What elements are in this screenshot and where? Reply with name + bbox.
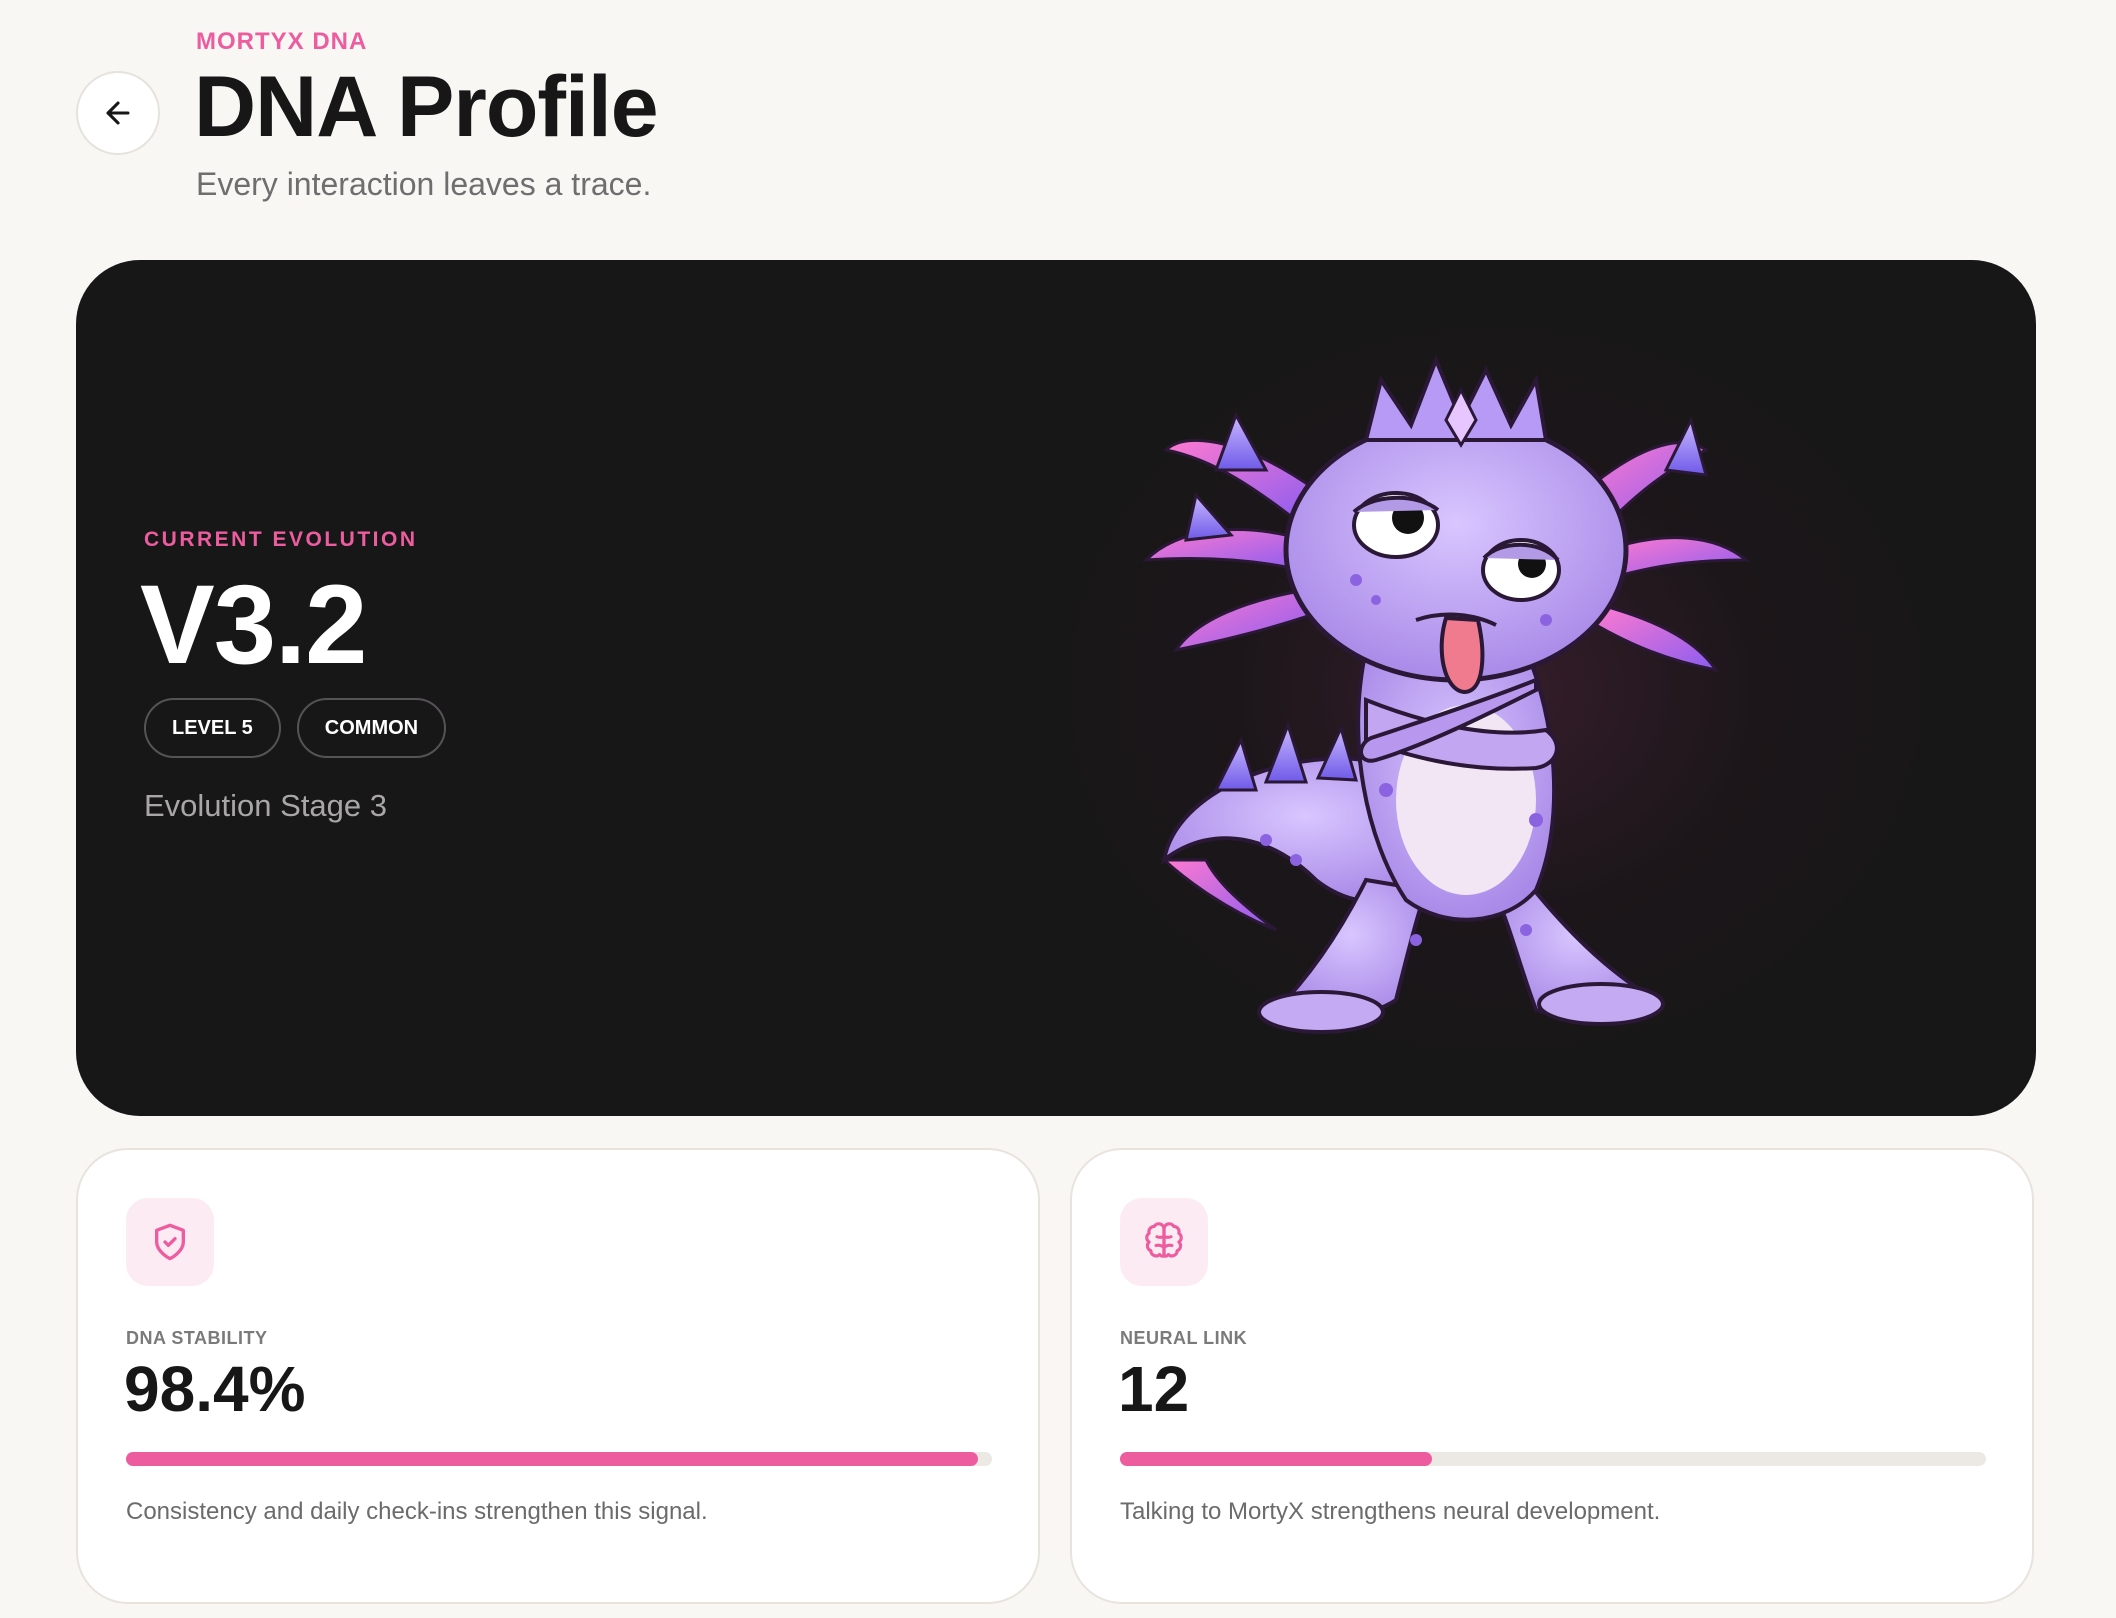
axolotl-mascot-image	[1142, 354, 1751, 1034]
page-subtitle: Every interaction leaves a trace.	[196, 166, 652, 202]
page-title: DNA Profile	[194, 59, 659, 155]
shield-check-icon	[155, 1223, 185, 1261]
dna-stability-card: DNA STABILITY 98.4% Consistency and dail…	[76, 1148, 1040, 1604]
dna-profile-page: MORTYX DNA DNA Profile Every interaction…	[0, 0, 2116, 1618]
back-button[interactable]	[76, 71, 160, 155]
stat-value: 12	[1118, 1353, 1190, 1425]
stat-value: 98.4%	[124, 1353, 306, 1425]
stat-description: Consistency and daily check-ins strength…	[126, 1498, 708, 1525]
stat-label: DNA STABILITY	[126, 1328, 268, 1348]
brain-icon	[1145, 1222, 1183, 1258]
dna-stability-icon-tile	[126, 1198, 214, 1286]
level-badge: LEVEL 5	[144, 698, 281, 758]
neural-link-icon-tile	[1120, 1198, 1208, 1286]
dna-stability-progress-fill	[126, 1452, 979, 1466]
neural-link-progress-fill	[1120, 1452, 1432, 1466]
dna-stability-progress-track	[126, 1452, 992, 1466]
stat-label: NEURAL LINK	[1120, 1328, 1248, 1348]
evolution-stage: Evolution Stage 3	[144, 788, 388, 823]
evolution-hero-card: CURRENT EVOLUTION V3.2 LEVEL 5 COMMON Ev…	[76, 260, 2036, 1116]
neural-link-card: NEURAL LINK 12 Talking to MortyX strengt…	[1070, 1148, 2034, 1604]
evolution-version: V3.2	[140, 562, 367, 687]
current-evolution-label: CURRENT EVOLUTION	[144, 528, 418, 551]
rarity-badge: COMMON	[296, 698, 447, 758]
arrow-left-icon	[106, 101, 130, 125]
eyebrow-label: MORTYX DNA	[196, 28, 368, 55]
badge-group: LEVEL 5 COMMON	[144, 698, 447, 758]
neural-link-progress-track	[1120, 1452, 1986, 1466]
stat-description: Talking to MortyX strengthens neural dev…	[1120, 1498, 1661, 1525]
